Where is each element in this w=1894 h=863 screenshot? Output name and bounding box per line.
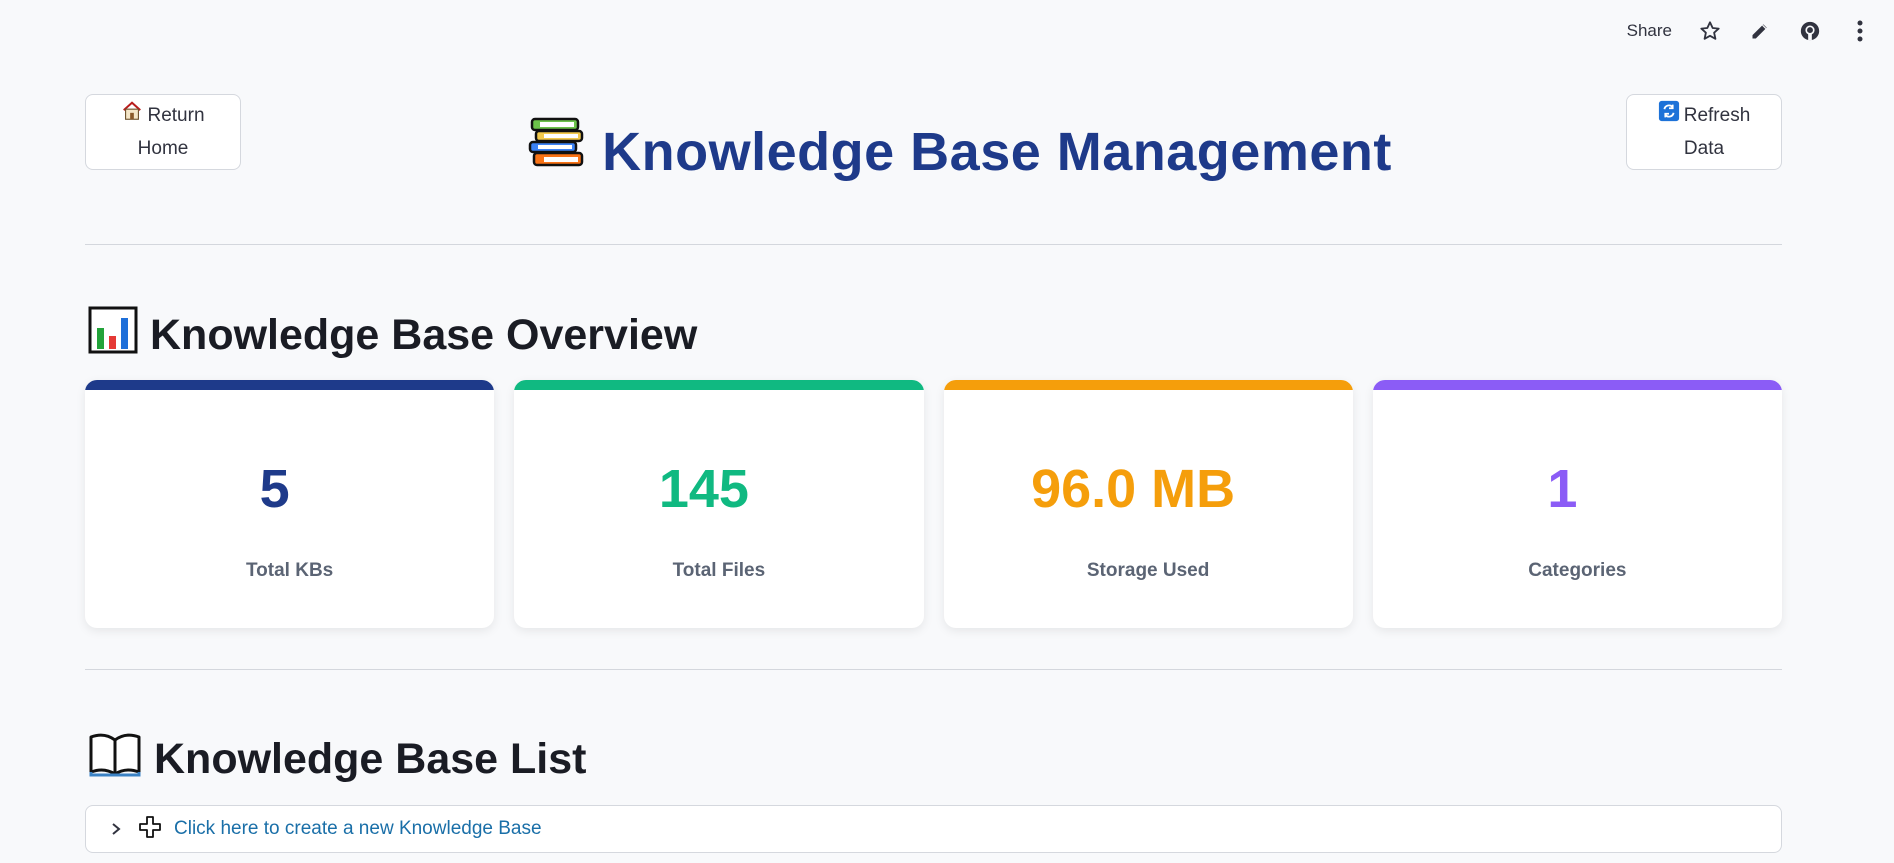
card-accent — [514, 380, 924, 390]
overview-heading-text: Knowledge Base Overview — [150, 311, 698, 359]
plus-icon — [138, 815, 162, 844]
page-title-row: Knowledge Base Management — [0, 117, 1894, 186]
divider — [85, 669, 1782, 670]
more-vertical-icon[interactable] — [1848, 19, 1872, 43]
card-accent — [85, 380, 495, 390]
metric-card-categories: 1 Categories — [1372, 380, 1782, 628]
pencil-icon[interactable] — [1748, 19, 1772, 43]
metric-value: 5 — [259, 459, 290, 519]
page-title: Knowledge Base Management — [602, 121, 1392, 182]
metric-value: 96.0 MB — [1031, 459, 1236, 519]
refresh-data-button[interactable]: Refresh Data — [1626, 94, 1782, 170]
metric-card-total-files: 145 Total Files — [514, 380, 924, 628]
kb-list-heading-text: Knowledge Base List — [154, 735, 587, 783]
metric-card-total-kbs: 5 Total KBs — [85, 380, 495, 628]
top-toolbar: Share — [1627, 14, 1872, 48]
create-kb-expander[interactable]: Click here to create a new Knowledge Bas… — [85, 805, 1782, 853]
star-icon[interactable] — [1698, 19, 1722, 43]
open-book-icon — [88, 731, 142, 788]
metric-value: 145 — [658, 459, 749, 519]
card-accent — [1372, 380, 1782, 390]
metric-label: Categories — [1528, 560, 1627, 581]
share-button[interactable]: Share — [1627, 21, 1672, 41]
metric-value: 1 — [1547, 459, 1578, 519]
kb-list-heading: Knowledge Base List — [88, 731, 586, 788]
chevron-right-icon — [106, 819, 126, 839]
metric-cards: 5 Total KBs 145 Total Files 96.0 MB Stor… — [85, 380, 1782, 628]
books-icon — [528, 117, 586, 186]
card-accent — [943, 380, 1353, 390]
refresh-data-label-2: Data — [1683, 137, 1725, 159]
overview-heading: Knowledge Base Overview — [88, 306, 697, 365]
bar-chart-icon — [88, 306, 138, 365]
refresh-data-label-1: Refresh — [1683, 105, 1751, 126]
github-icon[interactable] — [1798, 19, 1822, 43]
metric-label: Total KBs — [245, 560, 334, 581]
metric-label: Storage Used — [1086, 560, 1210, 581]
refresh-icon — [1658, 100, 1680, 133]
divider — [85, 244, 1782, 245]
metric-card-storage-used: 96.0 MB Storage Used — [943, 380, 1353, 628]
metric-label: Total Files — [672, 560, 766, 581]
create-kb-expander-label: Click here to create a new Knowledge Bas… — [174, 818, 542, 839]
